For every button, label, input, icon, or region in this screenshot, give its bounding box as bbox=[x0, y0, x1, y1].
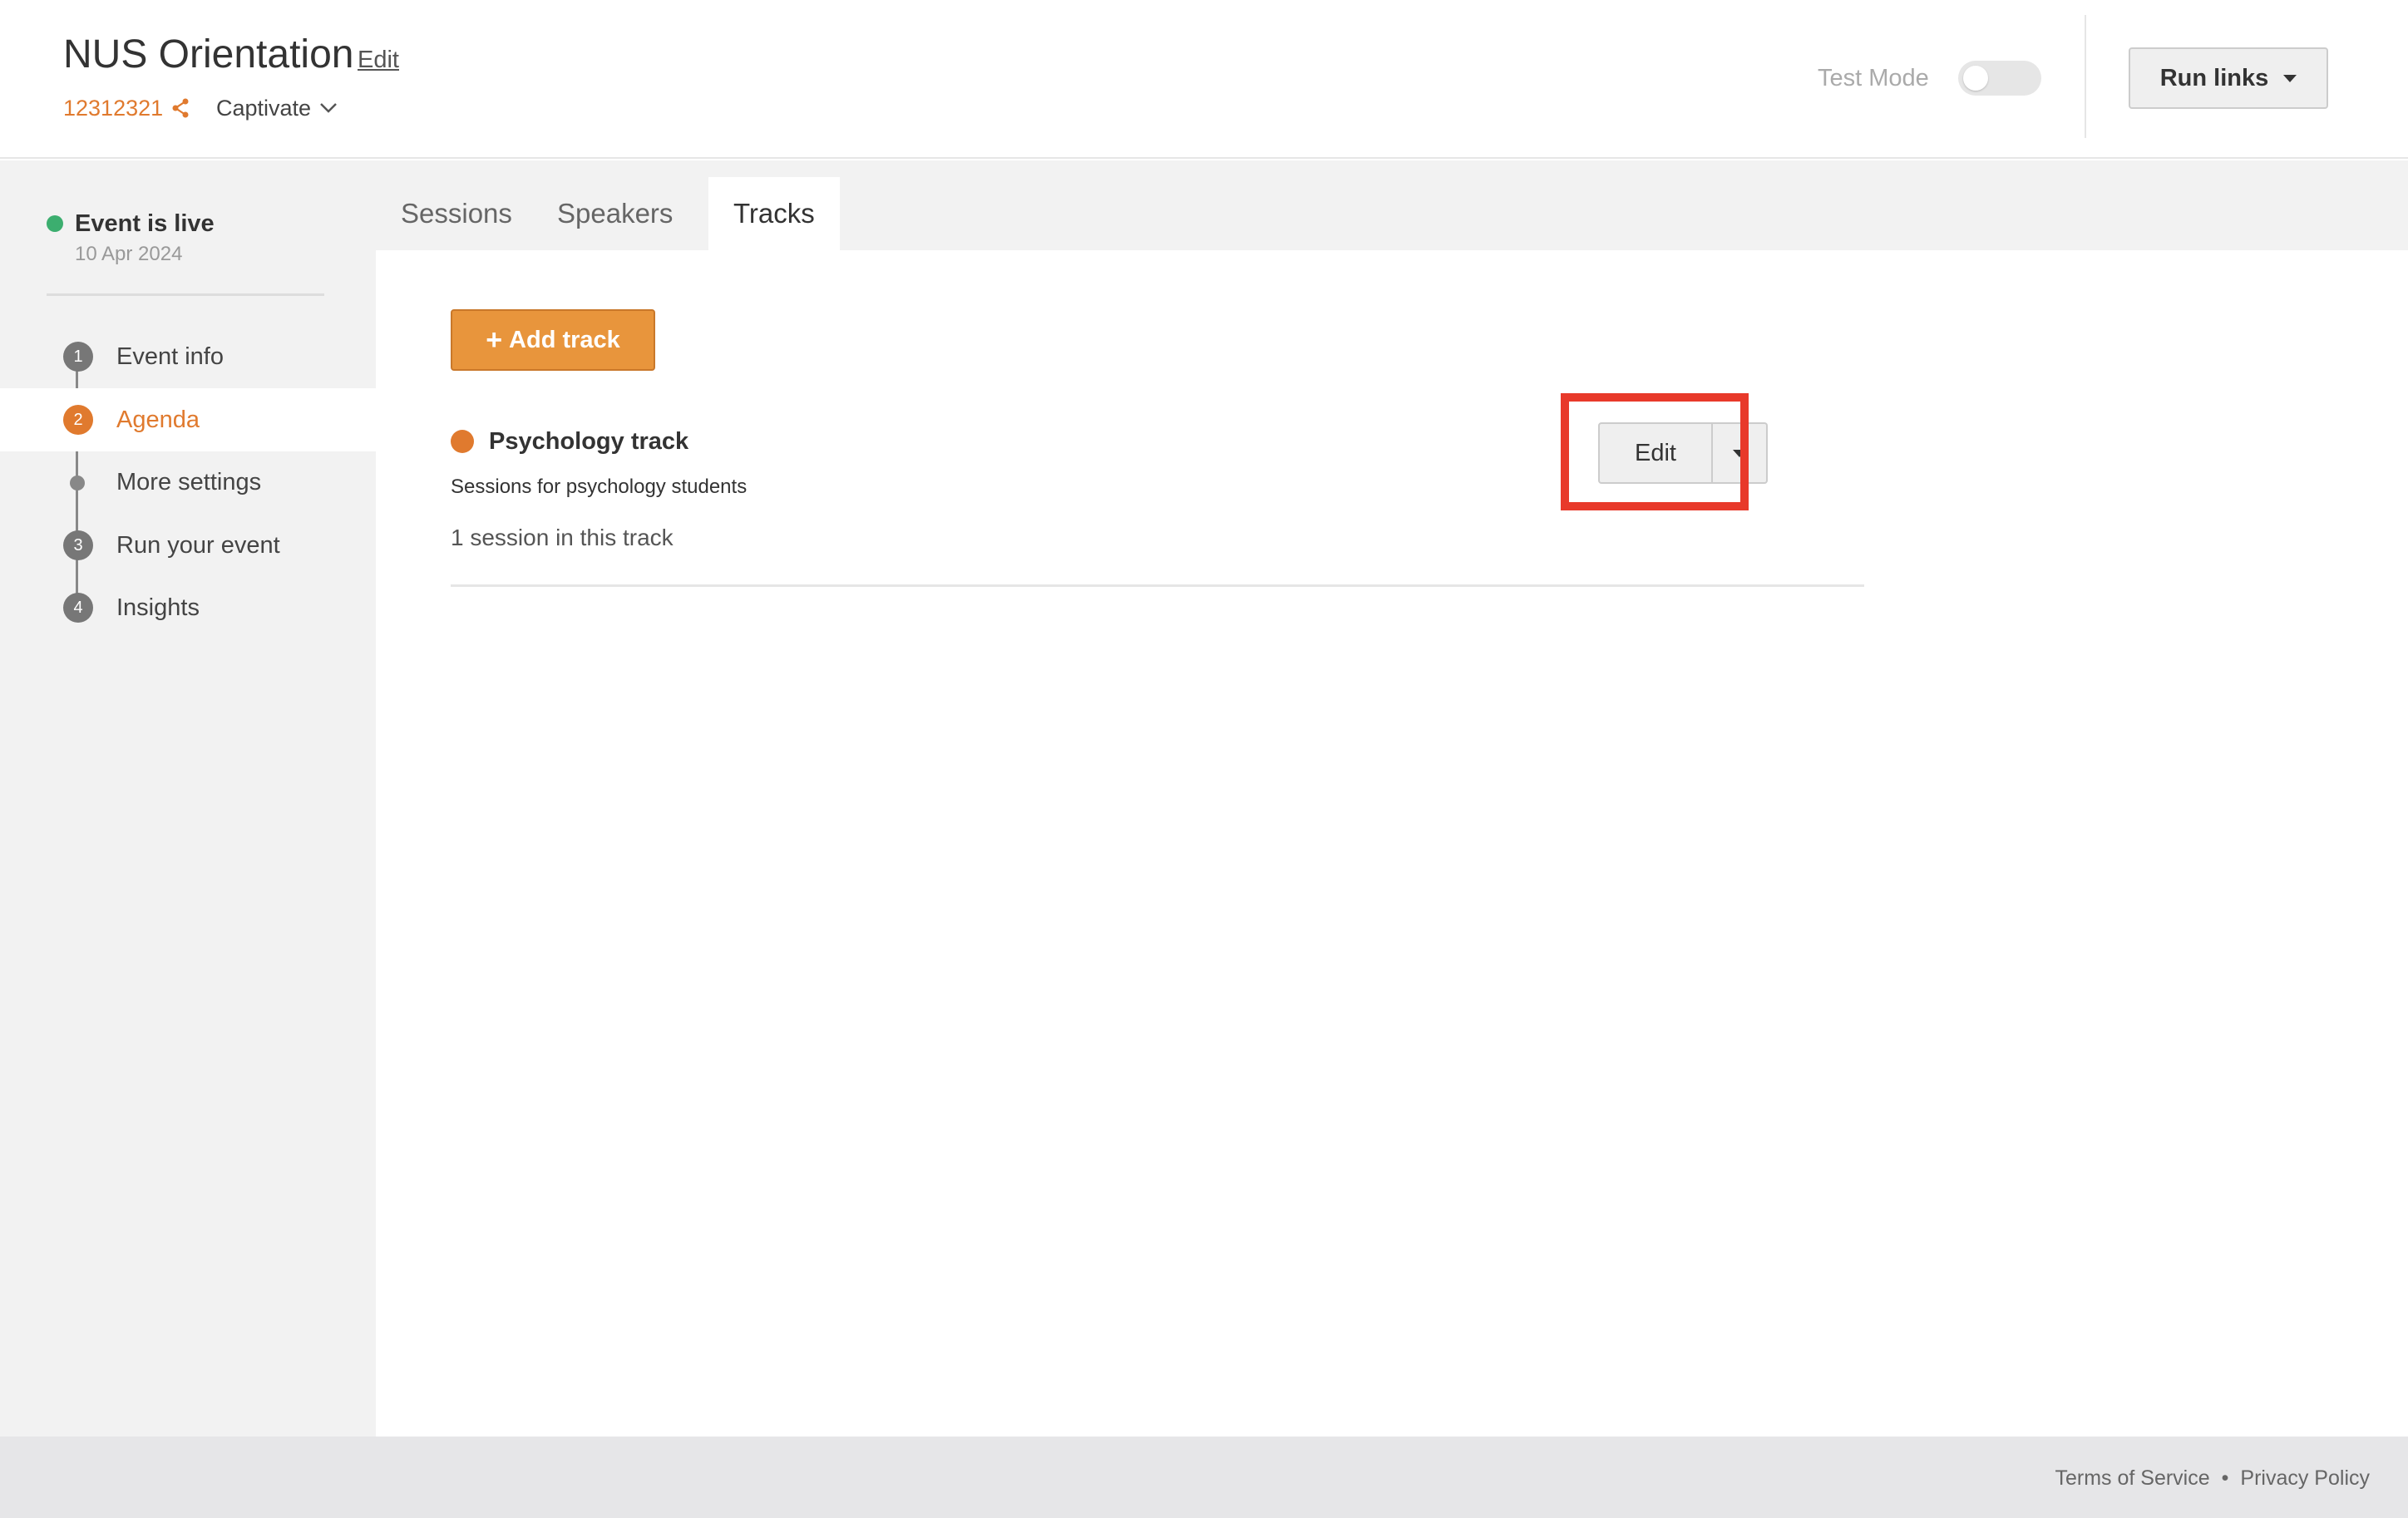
org-name: Captivate bbox=[216, 96, 312, 121]
track-edit-button-group: Edit bbox=[1598, 422, 1768, 484]
add-track-label: Add track bbox=[509, 326, 620, 353]
privacy-policy-link[interactable]: Privacy Policy bbox=[2240, 1461, 2370, 1495]
track-name: Psychology track bbox=[489, 428, 689, 455]
live-status-dot bbox=[47, 215, 63, 232]
sidebar-item-label: Run your event bbox=[116, 532, 280, 559]
event-code[interactable]: 12312321 bbox=[63, 91, 190, 125]
substep-dot bbox=[70, 476, 85, 490]
edit-track-button[interactable]: Edit bbox=[1598, 422, 1713, 484]
caret-down-icon bbox=[1733, 449, 1746, 457]
terms-of-service-link[interactable]: Terms of Service bbox=[2055, 1461, 2209, 1495]
run-links-label: Run links bbox=[2159, 64, 2269, 91]
step-badge: 3 bbox=[63, 530, 93, 560]
chevron-down-icon bbox=[320, 103, 337, 113]
sidebar-divider bbox=[47, 293, 324, 296]
main-content: Sessions Speakers Tracks + Add track Psy… bbox=[376, 160, 2408, 1437]
toggle-knob bbox=[1963, 66, 1988, 91]
sidebar-item-more-settings[interactable]: More settings bbox=[0, 451, 376, 514]
step-badge: 2 bbox=[63, 405, 93, 435]
tab-speakers[interactable]: Speakers bbox=[532, 177, 698, 250]
track-description: Sessions for psychology students bbox=[451, 476, 748, 498]
footer-links: Terms of Service • Privacy Policy bbox=[2055, 1461, 2370, 1495]
share-icon bbox=[172, 98, 189, 118]
tab-sessions[interactable]: Sessions bbox=[376, 177, 537, 250]
header-divider bbox=[2085, 15, 2086, 138]
header: NUS Orientation Edit 12312321 Captivate … bbox=[0, 0, 2408, 159]
sidebar: Event is live 10 Apr 2024 1 Event info 2… bbox=[0, 160, 376, 1437]
caret-down-icon bbox=[2283, 74, 2297, 82]
step-badge: 4 bbox=[63, 593, 93, 623]
add-track-button[interactable]: + Add track bbox=[451, 309, 655, 371]
run-links-button[interactable]: Run links bbox=[2129, 47, 2328, 109]
event-status: Event is live bbox=[75, 210, 215, 237]
plus-icon: + bbox=[486, 324, 503, 356]
event-date: 10 Apr 2024 bbox=[75, 243, 183, 265]
sidebar-item-run-your-event[interactable]: 3 Run your event bbox=[0, 514, 376, 577]
org-selector[interactable]: Captivate bbox=[216, 91, 338, 125]
track-divider bbox=[451, 584, 1864, 587]
track-color-dot bbox=[451, 430, 474, 453]
sidebar-item-label: Agenda bbox=[116, 407, 200, 433]
sidebar-item-label: Event info bbox=[116, 343, 224, 370]
app-root: NUS Orientation Edit 12312321 Captivate … bbox=[0, 0, 2408, 1518]
sidebar-item-label: Insights bbox=[116, 594, 200, 621]
test-mode-label: Test Mode bbox=[1818, 65, 1929, 91]
track-options-dropdown[interactable] bbox=[1713, 422, 1768, 484]
footer-separator: • bbox=[2221, 1466, 2229, 1490]
sidebar-item-insights[interactable]: 4 Insights bbox=[0, 576, 376, 639]
sidebar-item-agenda[interactable]: 2 Agenda bbox=[0, 388, 376, 451]
tabs-bar: Sessions Speakers Tracks bbox=[376, 160, 2408, 250]
tab-tracks[interactable]: Tracks bbox=[708, 177, 840, 250]
edit-title-link[interactable]: Edit bbox=[358, 43, 399, 76]
event-title: NUS Orientation bbox=[63, 32, 354, 76]
test-mode-toggle[interactable] bbox=[1958, 61, 2041, 96]
sidebar-item-label: More settings bbox=[116, 469, 262, 495]
track-session-count: 1 session in this track bbox=[451, 525, 674, 550]
footer: Terms of Service • Privacy Policy bbox=[0, 1437, 2408, 1518]
step-badge: 1 bbox=[63, 342, 93, 372]
sidebar-item-event-info[interactable]: 1 Event info bbox=[0, 325, 376, 388]
event-code-text: 12312321 bbox=[63, 96, 164, 121]
